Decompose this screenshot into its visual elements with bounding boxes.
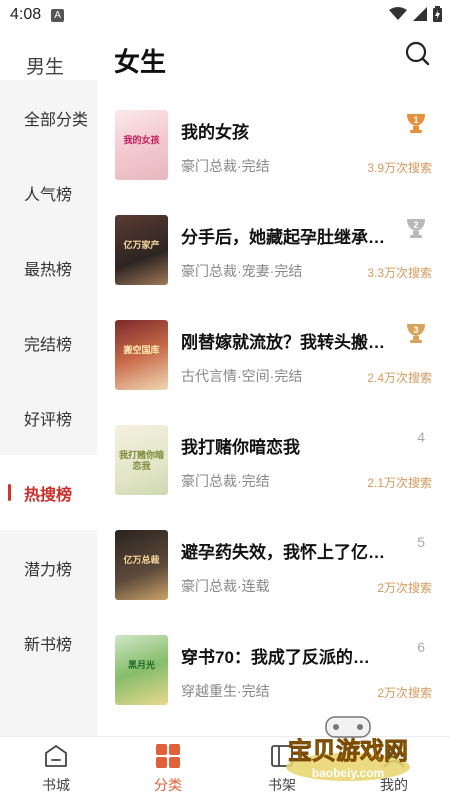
book-title[interactable]: 我的女孩 xyxy=(181,118,386,143)
sidebar-item[interactable]: 好评榜 xyxy=(0,380,97,455)
status-time: 4:08 xyxy=(10,6,42,23)
cover-title: 我的女孩 xyxy=(123,136,160,146)
cover-title: 我打赌你暗恋我 xyxy=(118,451,164,472)
book-cover[interactable]: 我打赌你暗恋我 xyxy=(115,425,168,495)
site-watermark: 宝贝游戏网 baobeiy.com xyxy=(286,716,410,781)
book-cover[interactable]: 搬空国库 xyxy=(115,320,168,390)
book-title[interactable]: 穿书70：我成了反派的黑月光 xyxy=(181,643,386,668)
book-row[interactable]: 我打赌你暗恋我 我打赌你暗恋我豪门总裁·完结 2.1万次搜索 4 xyxy=(97,425,450,530)
nav-bookstore[interactable]: 书城 xyxy=(0,743,112,795)
book-cover[interactable]: 亿万总裁 xyxy=(115,530,168,600)
cover-title: 黑月光 xyxy=(127,661,155,671)
search-count: 3.3万次搜索 xyxy=(367,266,432,280)
search-count: 3.9万次搜索 xyxy=(367,161,432,175)
signal-icon xyxy=(413,7,427,21)
book-tags: 豪门总裁·完结 xyxy=(181,473,270,489)
book-tags: 豪门总裁·连载 xyxy=(181,578,270,594)
search-count: 2万次搜索 xyxy=(377,686,432,700)
sidebar-item[interactable]: 潜力榜 xyxy=(0,530,97,605)
book-row[interactable]: 搬空国库 刚替嫁就流放？我转头搬空敌国古代言情·空间·完结 2.4万次搜索 3 xyxy=(97,320,450,425)
book-row[interactable]: 亿万家产 分手后，她藏起孕肚继承亿万家产豪门总裁·宠妻·完结 3.3万次搜索 2 xyxy=(97,215,450,320)
sidebar-item[interactable]: 全部分类 xyxy=(0,80,97,155)
rank-number: 4 xyxy=(417,429,425,445)
notification-icon: A xyxy=(51,8,65,22)
rank-number: 6 xyxy=(417,639,425,655)
rank-number: 3 xyxy=(413,325,418,335)
book-row[interactable]: 我的女孩 我的女孩 豪门总裁·完结 3.9万次搜索 1 xyxy=(97,110,450,215)
sidebar-item[interactable]: 热搜榜 xyxy=(0,455,97,530)
cover-title: 搬空国库 xyxy=(123,346,160,356)
book-tags: 豪门总裁·宠妻·完结 xyxy=(181,263,303,279)
search-icon[interactable] xyxy=(404,40,430,66)
search-count: 2.1万次搜索 xyxy=(367,476,432,490)
book-cover[interactable]: 我的女孩 xyxy=(115,110,168,180)
book-tags: 穿越重生·完结 xyxy=(181,683,270,699)
search-count: 2.4万次搜索 xyxy=(367,371,432,385)
book-title[interactable]: 避孕药失效，我怀上了亿万总裁的继承人 xyxy=(181,538,386,563)
sidebar-item[interactable]: 最热榜 xyxy=(0,230,97,305)
nav-label: 书城 xyxy=(42,777,70,793)
status-icons xyxy=(389,6,442,22)
nav-label: 分类 xyxy=(154,777,182,793)
book-cover[interactable]: 亿万家产 xyxy=(115,215,168,285)
book-title[interactable]: 刚替嫁就流放？我转头搬空敌国 xyxy=(181,328,386,353)
tab-female[interactable]: 女生 xyxy=(114,42,166,79)
search-count: 2万次搜索 xyxy=(377,581,432,595)
cover-title: 亿万家产 xyxy=(123,241,160,251)
wifi-icon xyxy=(389,7,407,20)
rank-trophy-icon: 2 xyxy=(407,219,425,238)
battery-icon xyxy=(433,6,442,22)
watermark-url: baobeiy.com xyxy=(312,766,384,780)
book-tags: 古代言情·空间·完结 xyxy=(181,368,303,384)
status-bar: 4:08 A xyxy=(0,0,450,30)
rank-number: 2 xyxy=(413,220,418,230)
book-cover[interactable]: 黑月光 xyxy=(115,635,168,705)
tab-male[interactable]: 男生 xyxy=(26,52,64,79)
book-title[interactable]: 我打赌你暗恋我 xyxy=(181,433,386,458)
book-tags: 豪门总裁·完结 xyxy=(181,158,270,174)
sidebar-item[interactable]: 新书榜 xyxy=(0,605,97,680)
rank-number: 1 xyxy=(413,115,418,125)
cover-title: 亿万总裁 xyxy=(123,556,160,566)
sidebar-item[interactable]: 人气榜 xyxy=(0,155,97,230)
sidebar-item[interactable]: 完结榜 xyxy=(0,305,97,380)
category-icon xyxy=(156,744,180,768)
book-title[interactable]: 分手后，她藏起孕肚继承亿万家产 xyxy=(181,223,386,248)
rank-trophy-icon: 3 xyxy=(407,324,425,343)
home-icon xyxy=(45,745,67,767)
watermark-text: 宝贝游戏网 xyxy=(288,737,408,765)
rank-trophy-icon: 1 xyxy=(407,114,425,133)
book-row[interactable]: 亿万总裁 避孕药失效，我怀上了亿万总裁的继承人豪门总裁·连载 2万次搜索 5 xyxy=(97,530,450,635)
nav-category[interactable]: 分类 xyxy=(112,743,224,795)
rank-number: 5 xyxy=(417,534,425,550)
